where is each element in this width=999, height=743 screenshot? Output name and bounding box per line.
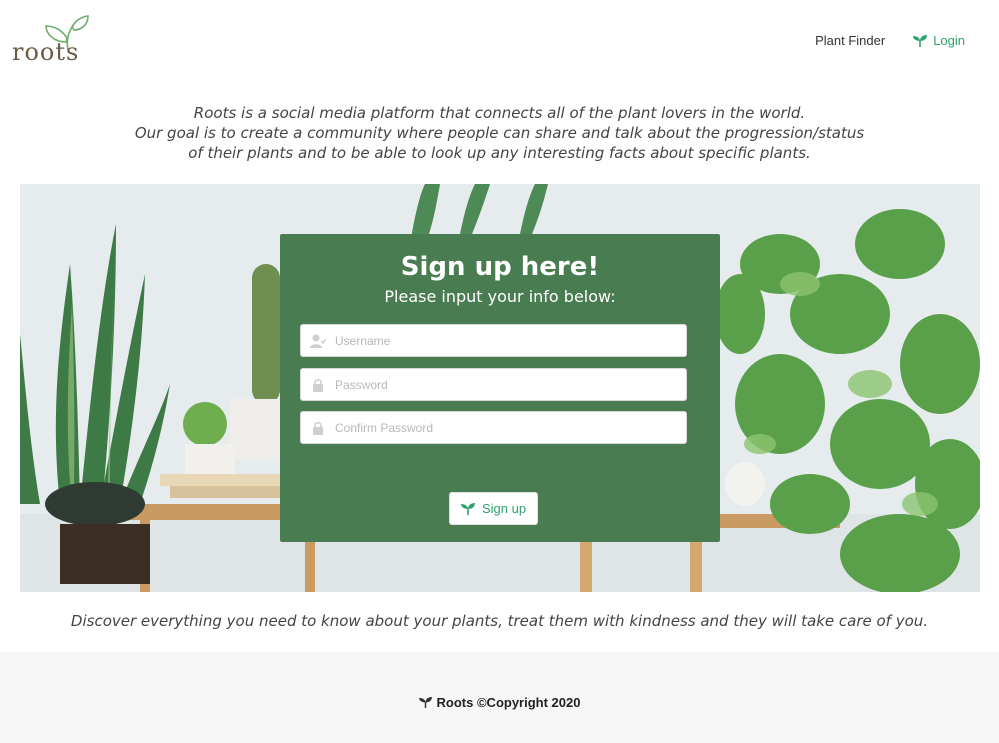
nav-login-label: Login — [933, 33, 965, 48]
header: roots Plant Finder Login — [0, 0, 999, 90]
intro-line-3: of their plants and to be able to look u… — [188, 144, 811, 162]
nav-plant-finder[interactable]: Plant Finder — [815, 33, 885, 48]
password-input[interactable] — [335, 369, 686, 400]
password-field[interactable] — [300, 368, 687, 401]
sprout-icon — [460, 502, 475, 515]
intro-line-2: Our goal is to create a community where … — [134, 124, 865, 142]
confirm-password-input[interactable] — [335, 412, 686, 443]
intro-text: Roots is a social media platform that co… — [0, 103, 999, 163]
signup-button-label: Sign up — [481, 501, 527, 516]
user-icon — [301, 334, 335, 348]
username-input[interactable] — [335, 325, 686, 356]
signup-subtitle: Please input your info below: — [384, 287, 616, 306]
roots-logo[interactable]: roots — [12, 14, 92, 66]
lock-icon — [301, 378, 335, 392]
footer-copyright-text: Roots ©Copyright 2020 — [436, 695, 581, 710]
tagline: Discover everything you need to know abo… — [70, 612, 929, 630]
footer-copyright: Roots ©Copyright 2020 — [0, 695, 999, 710]
logo-text: roots — [12, 38, 80, 66]
signup-button[interactable]: Sign up — [449, 492, 538, 525]
sprout-icon — [913, 34, 928, 47]
signup-card: Sign up here! Please input your info bel… — [280, 234, 720, 542]
username-field[interactable] — [300, 324, 687, 357]
footer: Roots ©Copyright 2020 — [0, 652, 999, 743]
confirm-password-field[interactable] — [300, 411, 687, 444]
signup-title: Sign up here! — [400, 252, 600, 282]
intro-line-1: Roots is a social media platform that co… — [193, 104, 806, 122]
lock-icon — [301, 421, 335, 435]
top-nav: Plant Finder Login — [815, 33, 965, 48]
sprout-icon — [418, 697, 432, 708]
nav-login[interactable]: Login — [913, 33, 965, 48]
